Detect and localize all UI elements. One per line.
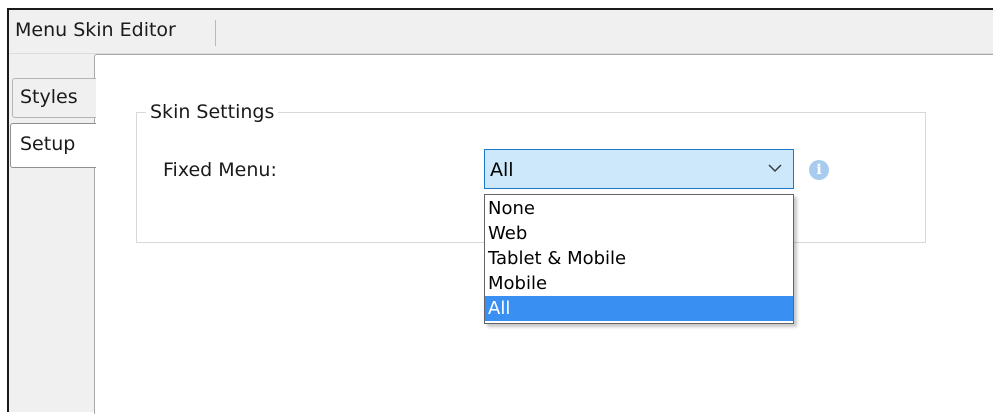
option-web[interactable]: Web	[485, 221, 793, 246]
fixed-menu-selected-value: All	[490, 159, 514, 181]
tab-styles[interactable]: Styles	[12, 78, 96, 118]
title-bar: Menu Skin Editor	[9, 10, 993, 53]
option-tablet-mobile[interactable]: Tablet & Mobile	[485, 246, 793, 271]
info-icon[interactable]: i	[809, 160, 829, 180]
skin-settings-legend: Skin Settings	[146, 101, 279, 123]
option-mobile[interactable]: Mobile	[485, 271, 793, 296]
option-all[interactable]: All	[485, 296, 793, 321]
fixed-menu-dropdown-list: None Web Tablet & Mobile Mobile All	[484, 194, 794, 324]
fixed-menu-select[interactable]: All	[484, 149, 794, 189]
fixed-menu-label: Fixed Menu:	[163, 159, 277, 181]
tab-setup-label: Setup	[20, 133, 76, 155]
tab-styles-label: Styles	[20, 86, 78, 108]
tab-setup[interactable]: Setup	[10, 123, 96, 168]
window-title: Menu Skin Editor	[15, 19, 176, 41]
option-none[interactable]: None	[485, 196, 793, 221]
title-separator	[215, 20, 216, 46]
chevron-down-icon	[768, 164, 782, 173]
